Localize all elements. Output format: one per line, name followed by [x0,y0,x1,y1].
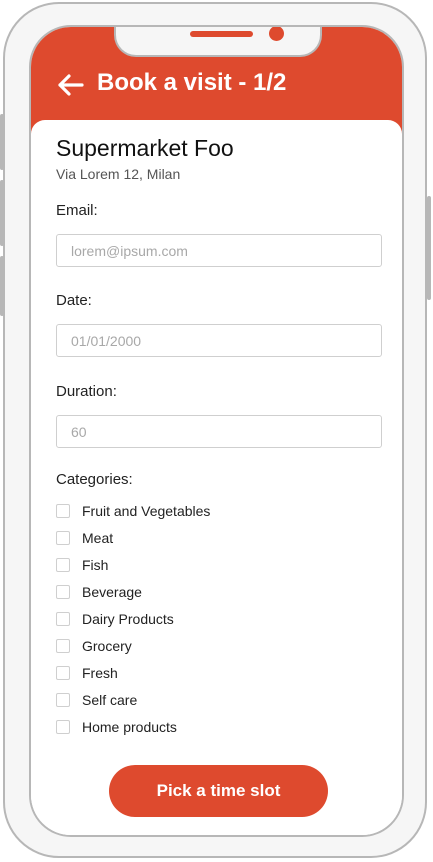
date-label: Date: [56,292,92,309]
speaker-grille [190,31,253,37]
front-camera [269,27,284,41]
category-label: Home products [82,719,177,735]
email-label: Email: [56,202,98,219]
side-button-left-middle [0,180,4,246]
arrow-left-icon[interactable] [56,73,84,97]
pick-time-slot-button[interactable]: Pick a time slot [109,765,328,817]
category-checkbox[interactable] [56,666,70,680]
category-label: Fresh [82,665,118,681]
side-button-left-bottom [0,256,4,316]
category-label: Fish [82,557,109,573]
duration-label: Duration: [56,383,117,400]
category-checkbox[interactable] [56,585,70,599]
category-checkbox[interactable] [56,558,70,572]
page-title: Book a visit - 1/2 [97,69,287,96]
store-address: Via Lorem 12, Milan [56,166,181,182]
date-field[interactable] [56,324,382,357]
category-label: Self care [82,692,138,708]
category-label: Dairy Products [82,611,174,627]
side-button-right [427,196,431,300]
category-label: Grocery [82,638,132,654]
duration-field[interactable] [56,415,382,448]
category-checkbox[interactable] [56,720,70,734]
phone-notch [114,27,322,57]
category-label: Fruit and Vegetables [82,503,211,519]
category-checkbox[interactable] [56,504,70,518]
side-button-left-top [0,114,4,170]
store-name: Supermarket Foo [56,135,234,161]
category-checkbox[interactable] [56,612,70,626]
category-label: Beverage [82,584,142,600]
category-checkbox[interactable] [56,639,70,653]
category-checkbox[interactable] [56,531,70,545]
category-checkbox[interactable] [56,693,70,707]
phone-screen: Book a visit - 1/2 Supermarket Foo Via L… [29,25,404,837]
categories-label: Categories: [56,471,133,488]
category-label: Meat [82,530,114,546]
email-field[interactable] [56,234,382,267]
